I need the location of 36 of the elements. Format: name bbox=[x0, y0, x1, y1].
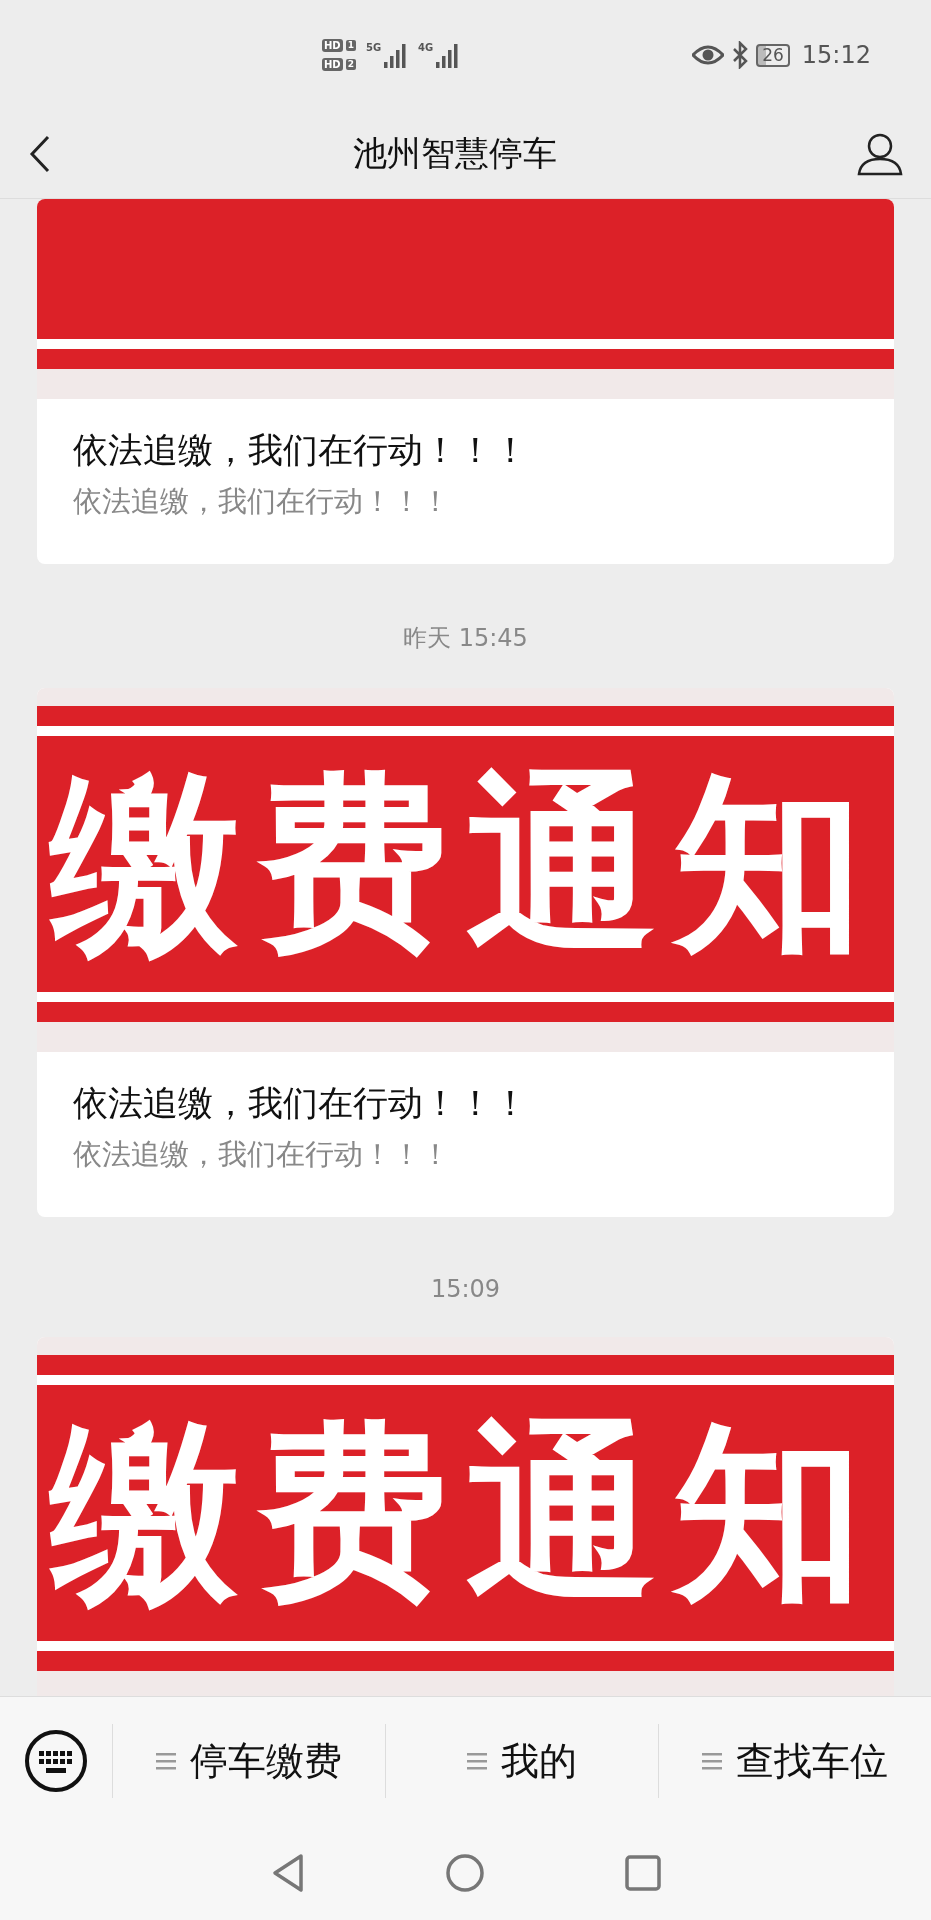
network-type: 4G bbox=[418, 42, 434, 54]
home-nav-icon[interactable] bbox=[444, 1852, 485, 1893]
page-title: 池州智慧停车 bbox=[352, 132, 557, 175]
person-icon[interactable] bbox=[857, 132, 903, 176]
article-card[interactable]: 依法追缴，我们在行动！！！ 依法追缴，我们在行动！！！ bbox=[37, 199, 894, 564]
eye-icon bbox=[692, 45, 725, 65]
signal-icon bbox=[382, 42, 409, 68]
banner-image[interactable]: 缴费通知 bbox=[37, 688, 894, 1052]
article-title[interactable]: 依法追缴，我们在行动！！！ bbox=[73, 1080, 858, 1127]
menu-button[interactable]: 停车缴费 bbox=[112, 1724, 385, 1798]
menu-icon bbox=[467, 1751, 489, 1771]
hd-badge: HD bbox=[322, 39, 343, 52]
bluetooth-icon bbox=[732, 41, 749, 69]
back-icon[interactable] bbox=[28, 134, 52, 174]
banner-image[interactable]: 缴费通知 bbox=[37, 1337, 894, 1696]
menu-button[interactable]: 我的 bbox=[385, 1724, 658, 1798]
hd-badge: HD bbox=[322, 58, 343, 71]
menu-button[interactable]: 查找车位 bbox=[658, 1724, 931, 1798]
keyboard-icon[interactable] bbox=[24, 1729, 88, 1793]
signal-icon bbox=[434, 42, 461, 68]
battery-level: 26 bbox=[756, 43, 790, 67]
recents-nav-icon[interactable] bbox=[624, 1854, 661, 1891]
timestamp: 昨天 15:45 bbox=[403, 623, 528, 654]
timestamp: 15:09 bbox=[430, 1274, 501, 1305]
menu-icon bbox=[702, 1751, 724, 1771]
back-nav-icon[interactable] bbox=[270, 1852, 305, 1893]
article-title[interactable]: 依法追缴，我们在行动！！！ bbox=[73, 427, 858, 474]
article-card[interactable]: 缴费通知 依法追缴，我们在行动！！！ 依法追缴，我们在行动！！！ bbox=[37, 688, 894, 1217]
banner-image[interactable] bbox=[37, 199, 894, 399]
network-type: 5G bbox=[365, 42, 382, 54]
sim-slot: 2 bbox=[345, 59, 356, 70]
sim-slot: 1 bbox=[345, 40, 356, 51]
article-summary: 依法追缴，我们在行动！！！ bbox=[73, 1136, 451, 1173]
clock-time: 15:12 bbox=[801, 41, 871, 69]
menu-icon bbox=[156, 1751, 178, 1771]
article-summary: 依法追缴，我们在行动！！！ bbox=[73, 483, 451, 520]
